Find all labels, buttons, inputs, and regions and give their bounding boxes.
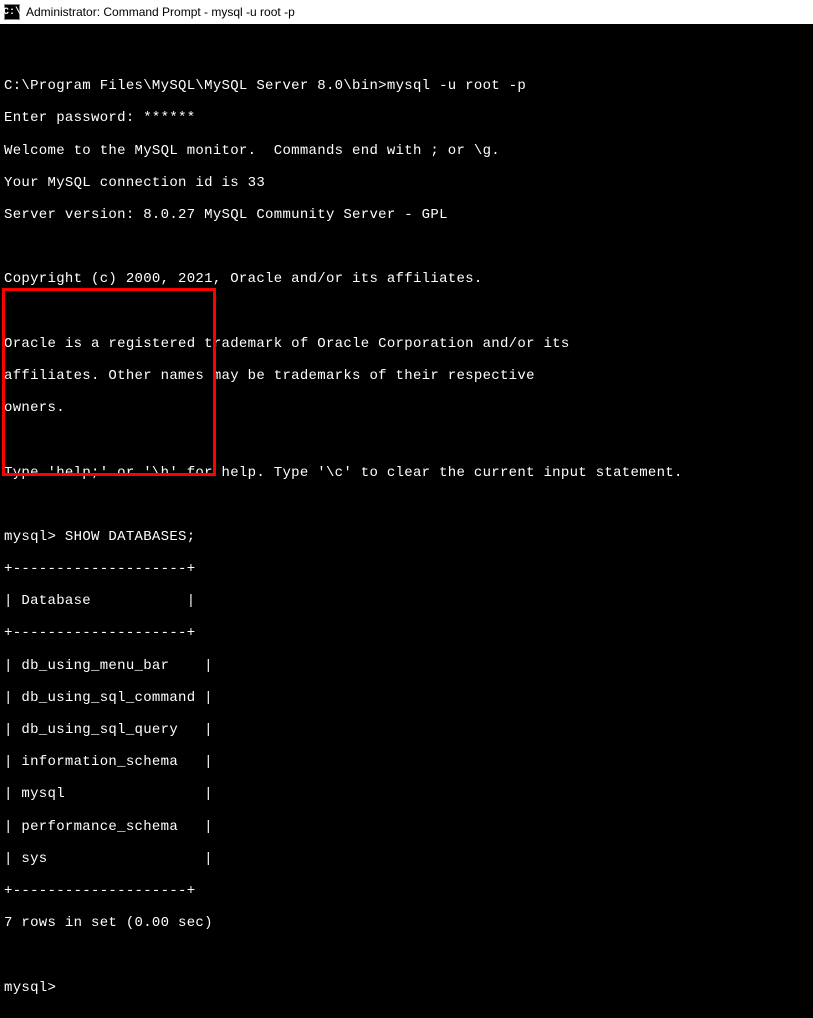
trademark-line: affiliates. Other names may be trademark…: [4, 368, 809, 384]
mysql-prompt: mysql>: [4, 529, 56, 545]
trademark-line: Oracle is a registered trademark of Orac…: [4, 336, 809, 352]
table-row: | mysql |: [4, 786, 809, 802]
terminal-line: [4, 947, 809, 963]
table-row: | db_using_sql_query |: [4, 722, 809, 738]
prompt-path: C:\Program Files\MySQL\MySQL Server 8.0\…: [4, 78, 387, 94]
trademark-line: owners.: [4, 400, 809, 416]
table-row: | db_using_sql_command |: [4, 690, 809, 706]
table-row: | performance_schema |: [4, 819, 809, 835]
table-border: +--------------------+: [4, 625, 809, 641]
terminal-line: [4, 432, 809, 448]
version-line: Server version: 8.0.27 MySQL Community S…: [4, 207, 809, 223]
terminal-line: [4, 239, 809, 255]
password-line: Enter password: ******: [4, 110, 809, 126]
cmd-icon: C:\: [4, 4, 20, 20]
table-header: | Database |: [4, 593, 809, 609]
mysql-prompt: mysql>: [4, 980, 809, 996]
table-row: | db_using_menu_bar |: [4, 658, 809, 674]
terminal-line: mysql> SHOW DATABASES;: [4, 529, 809, 545]
initial-command: mysql -u root -p: [387, 78, 526, 94]
terminal-line: [4, 304, 809, 320]
window-title: Administrator: Command Prompt - mysql -u…: [26, 5, 295, 19]
terminal-line: C:\Program Files\MySQL\MySQL Server 8.0\…: [4, 78, 809, 94]
connection-line: Your MySQL connection id is 33: [4, 175, 809, 191]
show-databases-command: SHOW DATABASES;: [56, 529, 195, 545]
titlebar[interactable]: C:\ Administrator: Command Prompt - mysq…: [0, 0, 813, 24]
welcome-line: Welcome to the MySQL monitor. Commands e…: [4, 143, 809, 159]
copyright-line: Copyright (c) 2000, 2021, Oracle and/or …: [4, 271, 809, 287]
help-line: Type 'help;' or '\h' for help. Type '\c'…: [4, 465, 809, 481]
table-border: +--------------------+: [4, 883, 809, 899]
terminal-output[interactable]: C:\Program Files\MySQL\MySQL Server 8.0\…: [0, 24, 813, 1018]
table-row: | sys |: [4, 851, 809, 867]
terminal-line: [4, 46, 809, 62]
terminal-line: [4, 497, 809, 513]
result-line: 7 rows in set (0.00 sec): [4, 915, 809, 931]
table-border: +--------------------+: [4, 561, 809, 577]
table-row: | information_schema |: [4, 754, 809, 770]
